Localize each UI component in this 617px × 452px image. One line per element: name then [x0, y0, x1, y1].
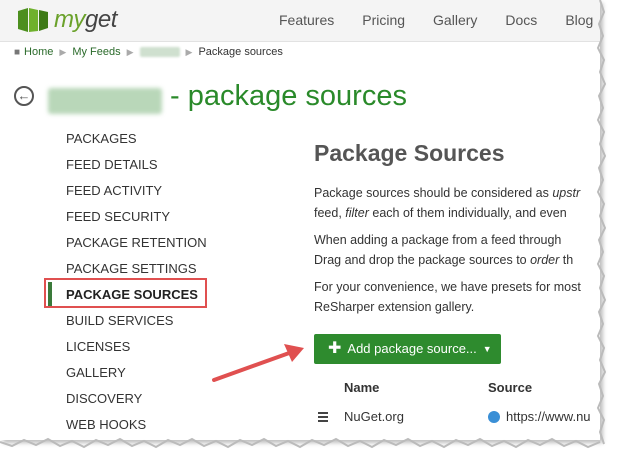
breadcrumb-current: Package sources — [198, 46, 283, 58]
text: Package sources should be considered as — [314, 186, 553, 200]
text-emphasis: order — [530, 253, 560, 267]
text: th — [559, 253, 574, 267]
back-arrow-icon[interactable]: ← — [14, 86, 34, 106]
menu-item-feed-security[interactable]: FEED SECURITY — [48, 204, 218, 230]
package-source-url: https://www.nu — [488, 409, 591, 424]
column-header-name[interactable]: Name — [344, 380, 379, 395]
menu-item-gallery[interactable]: GALLERY — [48, 360, 218, 386]
menu-item-build-services[interactable]: BUILD SERVICES — [48, 308, 218, 334]
text: For your convenience, we have presets fo… — [314, 280, 581, 294]
drag-handle-icon[interactable] — [318, 410, 328, 424]
description-paragraph-3: For your convenience, we have presets fo… — [314, 277, 600, 317]
package-source-name: NuGet.org — [344, 409, 404, 424]
nav-features[interactable]: Features — [279, 12, 334, 28]
breadcrumb-my-feeds[interactable]: My Feeds — [72, 46, 120, 58]
main-nav: Features Pricing Gallery Docs Blog — [279, 12, 600, 28]
description-paragraph-1: Package sources should be considered as … — [314, 183, 600, 223]
page-title: - package sources — [170, 80, 407, 112]
feed-name-redacted — [48, 88, 162, 114]
nav-pricing[interactable]: Pricing — [362, 12, 405, 28]
myget-logo-text: myget — [54, 6, 117, 33]
myget-logo[interactable]: myget — [16, 6, 117, 34]
menu-item-package-retention[interactable]: PACKAGE RETENTION — [48, 230, 218, 256]
top-navigation-bar: myget Features Pricing Gallery Docs Blog — [0, 0, 600, 42]
nav-gallery[interactable]: Gallery — [433, 12, 477, 28]
text: Drag and drop the package sources to — [314, 253, 531, 267]
annotation-arrow-icon — [212, 344, 304, 382]
description-paragraph-2: When adding a package from a feed throug… — [314, 230, 600, 270]
menu-item-discovery[interactable]: DISCOVERY — [48, 386, 218, 412]
add-package-source-button[interactable]: ✚ Add package source... ▼ — [314, 334, 501, 364]
package-source-url-text: https://www.nu — [506, 409, 591, 424]
table-row[interactable]: NuGet.org — [318, 409, 404, 424]
home-icon: ■ — [14, 46, 21, 58]
myget-logo-icon — [16, 7, 50, 33]
globe-icon — [488, 410, 500, 423]
torn-edge-bottom — [0, 437, 601, 449]
breadcrumb-feed-name-redacted[interactable] — [139, 47, 180, 57]
package-sources-content: Package Sources Package sources should b… — [314, 140, 600, 324]
menu-item-feed-details[interactable]: FEED DETAILS — [48, 152, 218, 178]
breadcrumb-home[interactable]: Home — [24, 46, 53, 58]
nav-docs[interactable]: Docs — [505, 12, 537, 28]
text: When adding a package from a feed throug… — [314, 233, 562, 247]
breadcrumb-separator-icon: ▶ — [59, 46, 67, 57]
menu-item-web-hooks[interactable]: WEB HOOKS — [48, 412, 218, 438]
text-emphasis: filter — [345, 206, 369, 220]
nav-blog[interactable]: Blog — [565, 12, 593, 28]
caret-down-icon: ▼ — [482, 344, 492, 354]
add-package-source-label: Add package source... — [347, 341, 477, 356]
menu-item-licenses[interactable]: LICENSES — [48, 334, 218, 360]
text-emphasis: upstr — [552, 186, 581, 200]
menu-item-feed-activity[interactable]: FEED ACTIVITY — [48, 178, 218, 204]
text: ReSharper extension gallery. — [314, 300, 475, 314]
section-heading: Package Sources — [314, 140, 505, 166]
column-header-source[interactable]: Source — [488, 380, 532, 395]
menu-item-packages[interactable]: PACKAGES — [48, 126, 218, 152]
torn-edge-right — [596, 0, 607, 445]
text: each of them individually, and even — [368, 206, 567, 220]
page: myget Features Pricing Gallery Docs Blog… — [0, 0, 600, 440]
text: feed, — [314, 206, 346, 220]
plus-icon: ✚ — [328, 340, 342, 357]
breadcrumb: ■ Home ▶ My Feeds ▶ ▶ Package sources — [14, 46, 283, 58]
breadcrumb-separator-icon: ▶ — [185, 46, 193, 57]
annotation-highlight-box — [44, 278, 207, 308]
breadcrumb-separator-icon: ▶ — [126, 46, 134, 57]
